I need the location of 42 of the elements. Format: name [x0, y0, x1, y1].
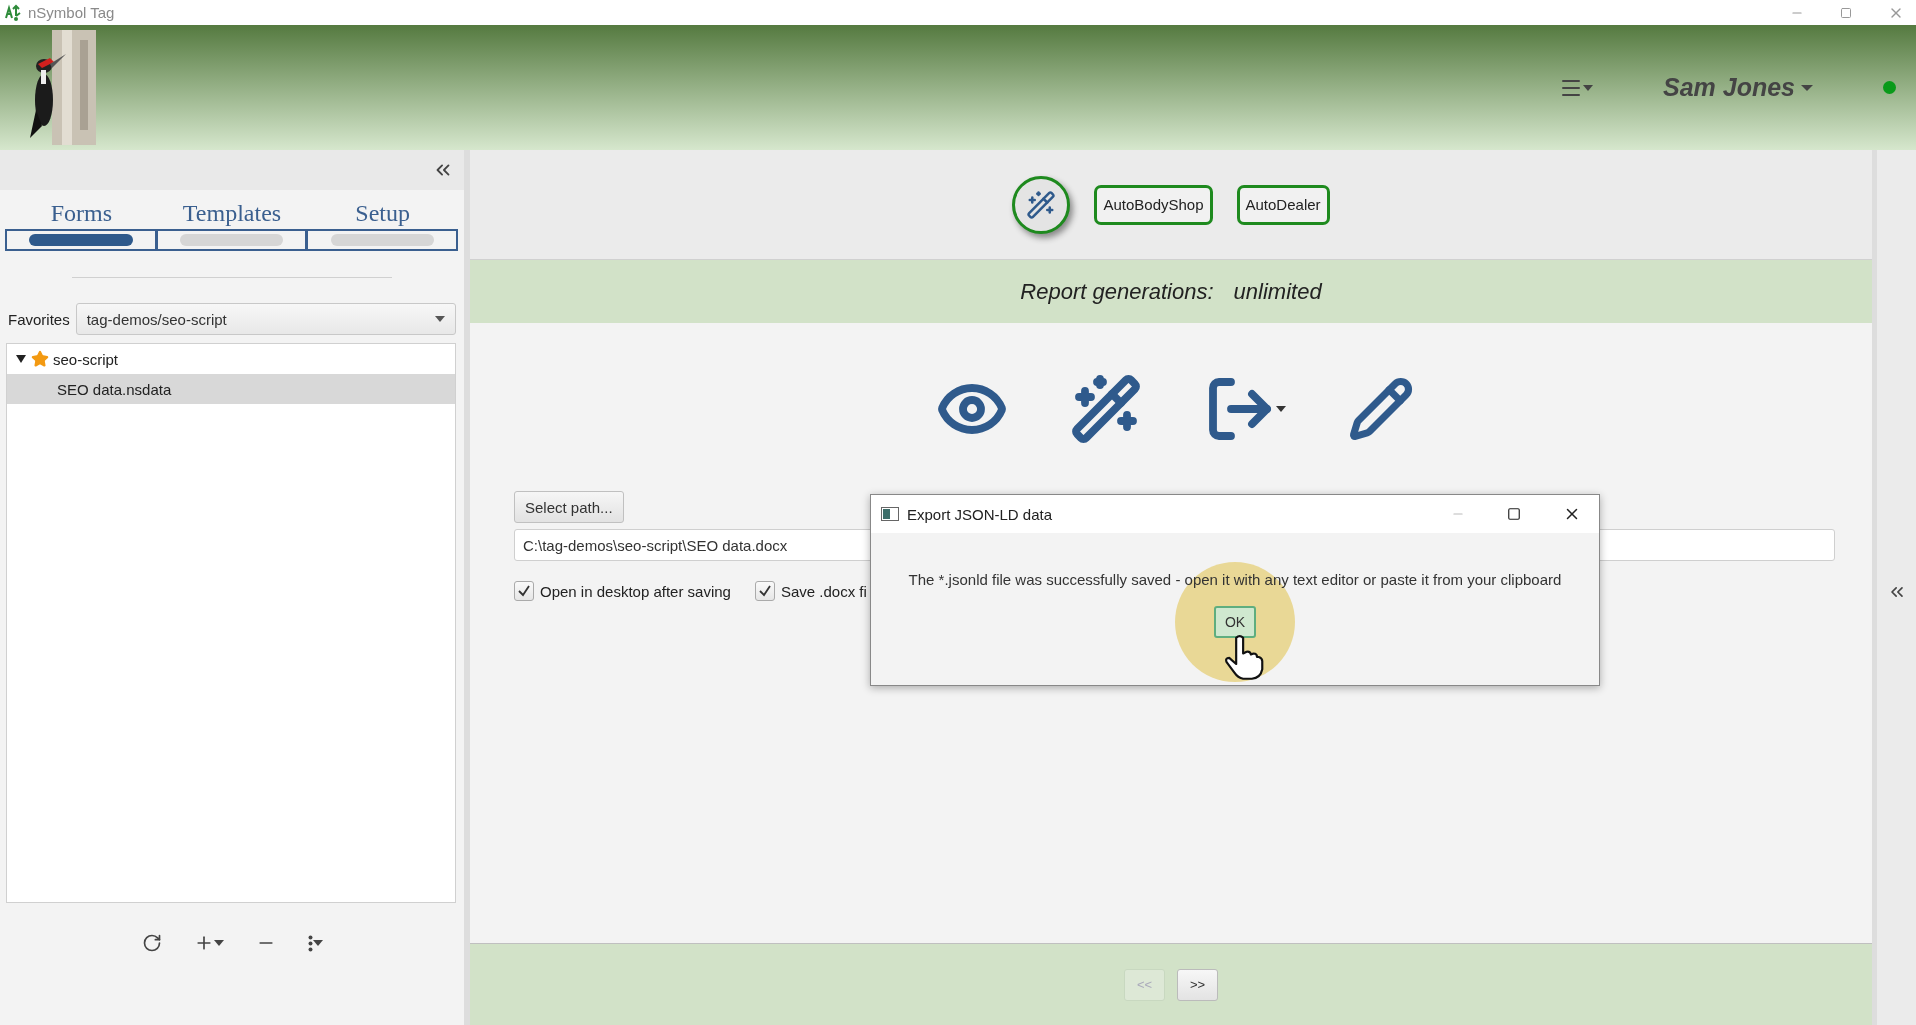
expanded-arrow-icon[interactable] [15, 353, 27, 365]
user-menu[interactable]: Sam Jones [1663, 73, 1813, 102]
checkbox[interactable] [754, 581, 775, 601]
report-label: Report generations: [1020, 278, 1214, 305]
refresh-icon[interactable] [141, 933, 162, 953]
checkbox-label: Save .docx fi [780, 582, 867, 600]
wand-icon [1026, 189, 1057, 220]
dialog-title: Export JSON-LD data [907, 505, 1053, 523]
tab[interactable]: Templates [156, 200, 308, 251]
app-title: nSymbol Tag [28, 4, 115, 21]
wand-icon[interactable] [1069, 373, 1142, 445]
hand-cursor-icon [1224, 634, 1264, 680]
select-path-button[interactable]: Select path... [514, 491, 624, 523]
page-button[interactable]: >> [1177, 968, 1218, 1001]
ok-button[interactable]: OK [1214, 606, 1256, 638]
app-logo-icon [4, 3, 22, 22]
window-icon [881, 507, 899, 521]
tab[interactable]: Forms [6, 200, 157, 251]
report-value: unlimited [1233, 278, 1322, 305]
caret-icon [312, 940, 323, 946]
more-icon [307, 934, 313, 952]
checkbox-label: Open in desktop after saving [540, 582, 731, 600]
caret-icon [1275, 406, 1286, 412]
restore-icon[interactable] [1840, 6, 1852, 19]
caret-icon [213, 940, 224, 946]
favorites-label: Favorites [8, 310, 70, 328]
wand-button[interactable] [1012, 175, 1071, 234]
tree-item-label: seo-script [53, 350, 119, 368]
template-button[interactable]: AutoDealer [1236, 184, 1330, 225]
checkbox[interactable] [514, 581, 534, 601]
caret-icon [435, 316, 445, 322]
tree-item-label: SEO data.nsdata [57, 380, 172, 398]
tree-item[interactable]: SEO data.nsdata [7, 374, 455, 404]
favorites-dropdown[interactable]: tag-demos/seo-script [75, 303, 456, 335]
dialog-message: The *.jsonld file was successfully saved - open it with any text editor or paste it from your clipboard [907, 571, 1563, 588]
maximize-icon[interactable] [1507, 507, 1521, 521]
more-button[interactable] [307, 933, 323, 953]
tree-item[interactable]: seo-script [7, 344, 455, 374]
tab[interactable]: Setup [307, 200, 458, 251]
template-button[interactable]: AutoBodyShop [1094, 184, 1213, 225]
caret-icon [1583, 83, 1593, 92]
caret-icon [1801, 83, 1813, 92]
